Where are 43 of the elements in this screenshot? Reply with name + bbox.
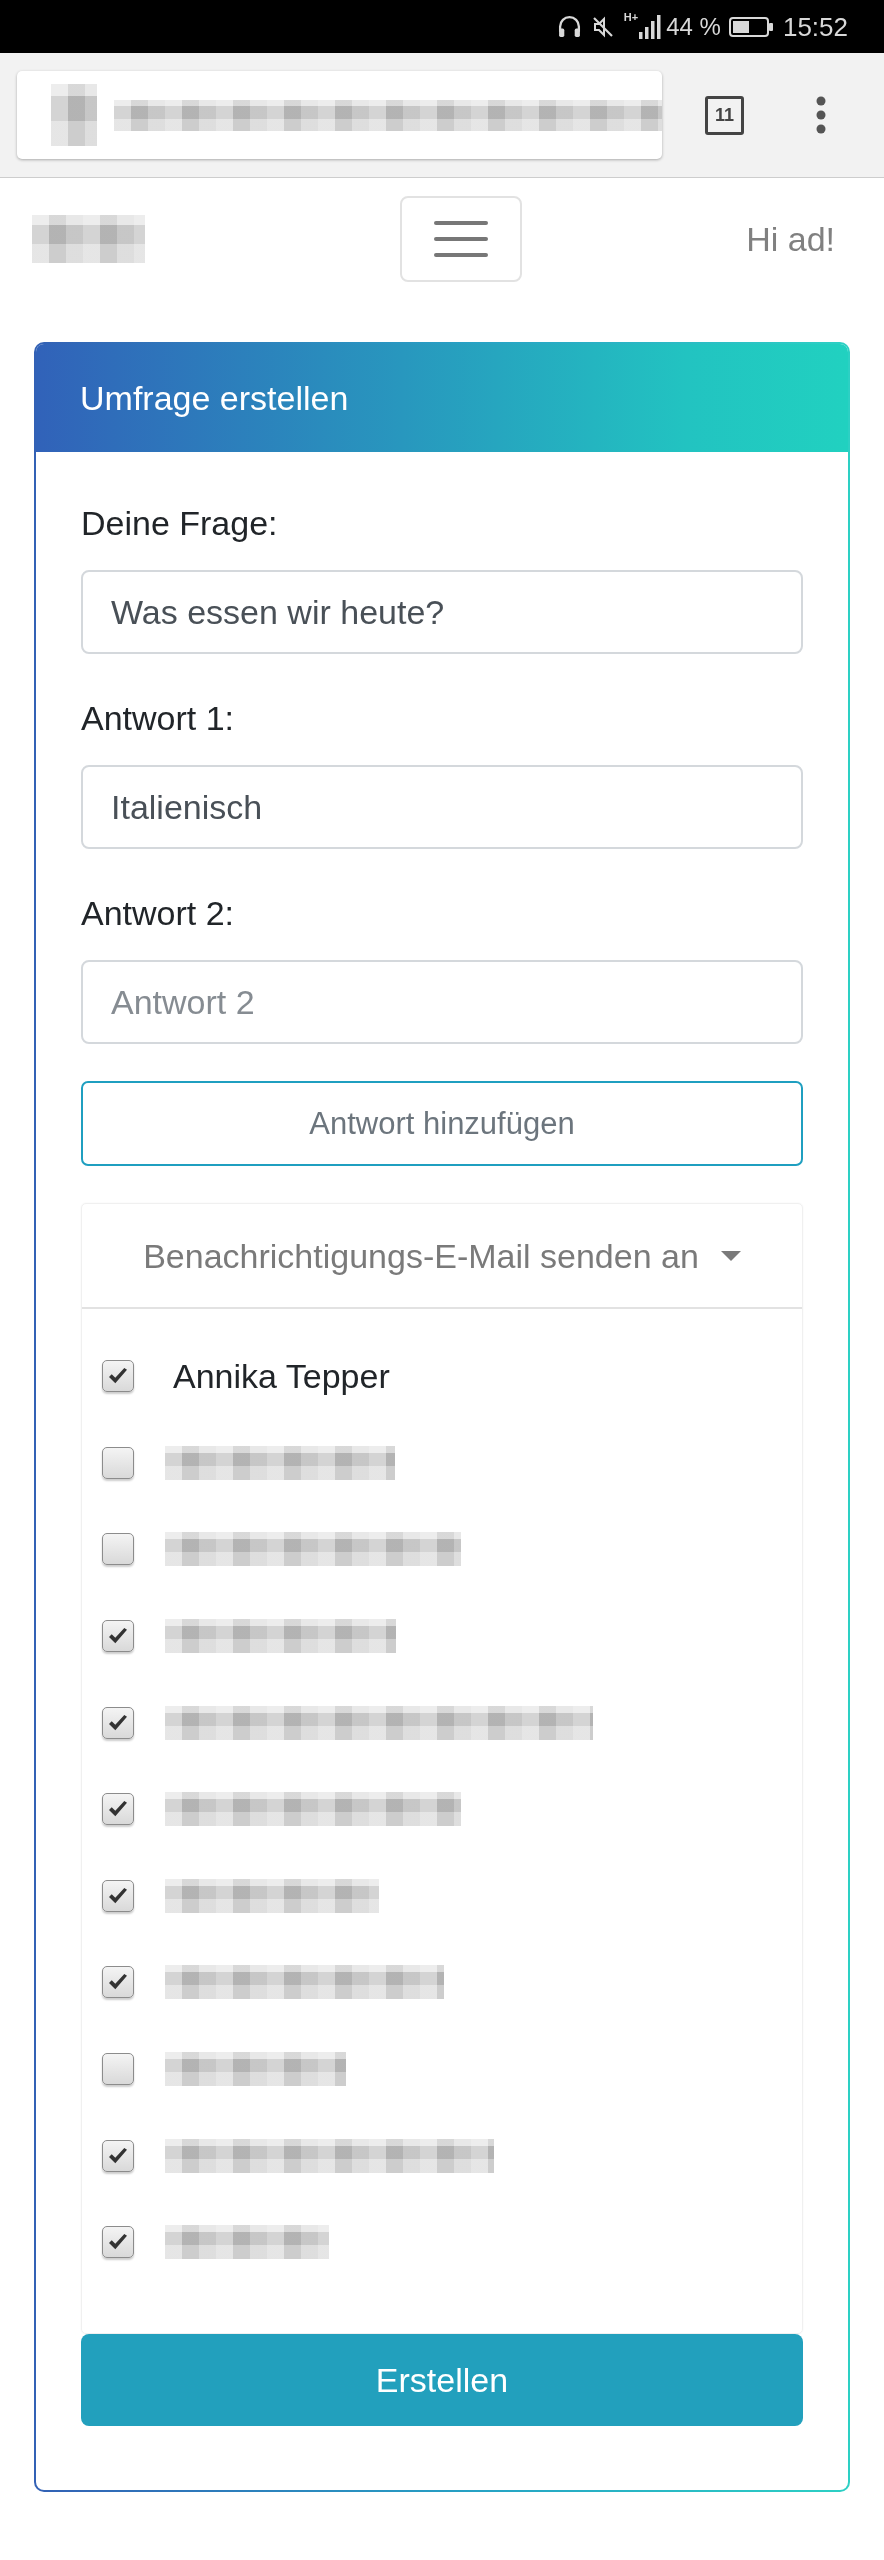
caret-icon bbox=[720, 1250, 741, 1261]
checkbox[interactable] bbox=[102, 1879, 134, 1912]
checkbox[interactable] bbox=[102, 1533, 134, 1566]
clock-time: 15:52 bbox=[782, 11, 848, 42]
card-title: Umfrage erstellen bbox=[80, 378, 349, 418]
checkbox[interactable] bbox=[102, 1706, 134, 1739]
check-icon bbox=[107, 2146, 129, 2165]
checkbox[interactable] bbox=[102, 2226, 134, 2259]
check-icon bbox=[107, 1627, 129, 1646]
redacted-site-icon bbox=[51, 84, 97, 146]
checkbox[interactable] bbox=[102, 1446, 134, 1479]
network-type: H+ bbox=[623, 12, 639, 23]
checkbox[interactable] bbox=[102, 2139, 134, 2172]
field-label: Antwort 2: bbox=[81, 893, 236, 933]
tab-count-button[interactable]: 11 bbox=[705, 95, 744, 135]
checkbox[interactable] bbox=[102, 1793, 134, 1826]
text-input[interactable]: Was essen wir heute? bbox=[81, 570, 803, 654]
text-input[interactable]: Antwort 2 bbox=[81, 960, 803, 1044]
checkbox[interactable] bbox=[102, 1966, 134, 1999]
menu-icon bbox=[434, 220, 488, 258]
greeting-text: Hi ad! bbox=[746, 219, 835, 259]
check-icon bbox=[107, 1886, 129, 1905]
check-icon bbox=[107, 2233, 129, 2252]
recipient-name: Annika Tepper bbox=[173, 1356, 390, 1397]
battery-icon bbox=[728, 16, 773, 37]
checkbox[interactable] bbox=[102, 1620, 134, 1653]
signal-icon bbox=[639, 14, 662, 39]
check-icon bbox=[107, 1800, 129, 1819]
battery-percent: 44 % bbox=[666, 12, 721, 41]
headphones-icon bbox=[556, 14, 582, 39]
check-icon bbox=[107, 1367, 129, 1386]
checkbox[interactable] bbox=[102, 1360, 134, 1393]
more-menu-icon[interactable] bbox=[816, 96, 826, 134]
text-input[interactable]: Italienisch bbox=[81, 765, 803, 849]
field-label: Deine Frage: bbox=[81, 503, 279, 543]
add-answer-button[interactable]: Antwort hinzufügen bbox=[81, 1081, 803, 1166]
check-icon bbox=[107, 1973, 129, 1992]
mute-icon bbox=[590, 14, 615, 39]
notify-dropdown-toggle[interactable]: Benachrichtigungs-E-Mail senden an bbox=[82, 1204, 802, 1309]
checkbox[interactable] bbox=[102, 2053, 134, 2086]
check-icon bbox=[107, 1713, 129, 1732]
menu-button[interactable] bbox=[400, 196, 522, 282]
field-label: Antwort 1: bbox=[81, 698, 236, 738]
